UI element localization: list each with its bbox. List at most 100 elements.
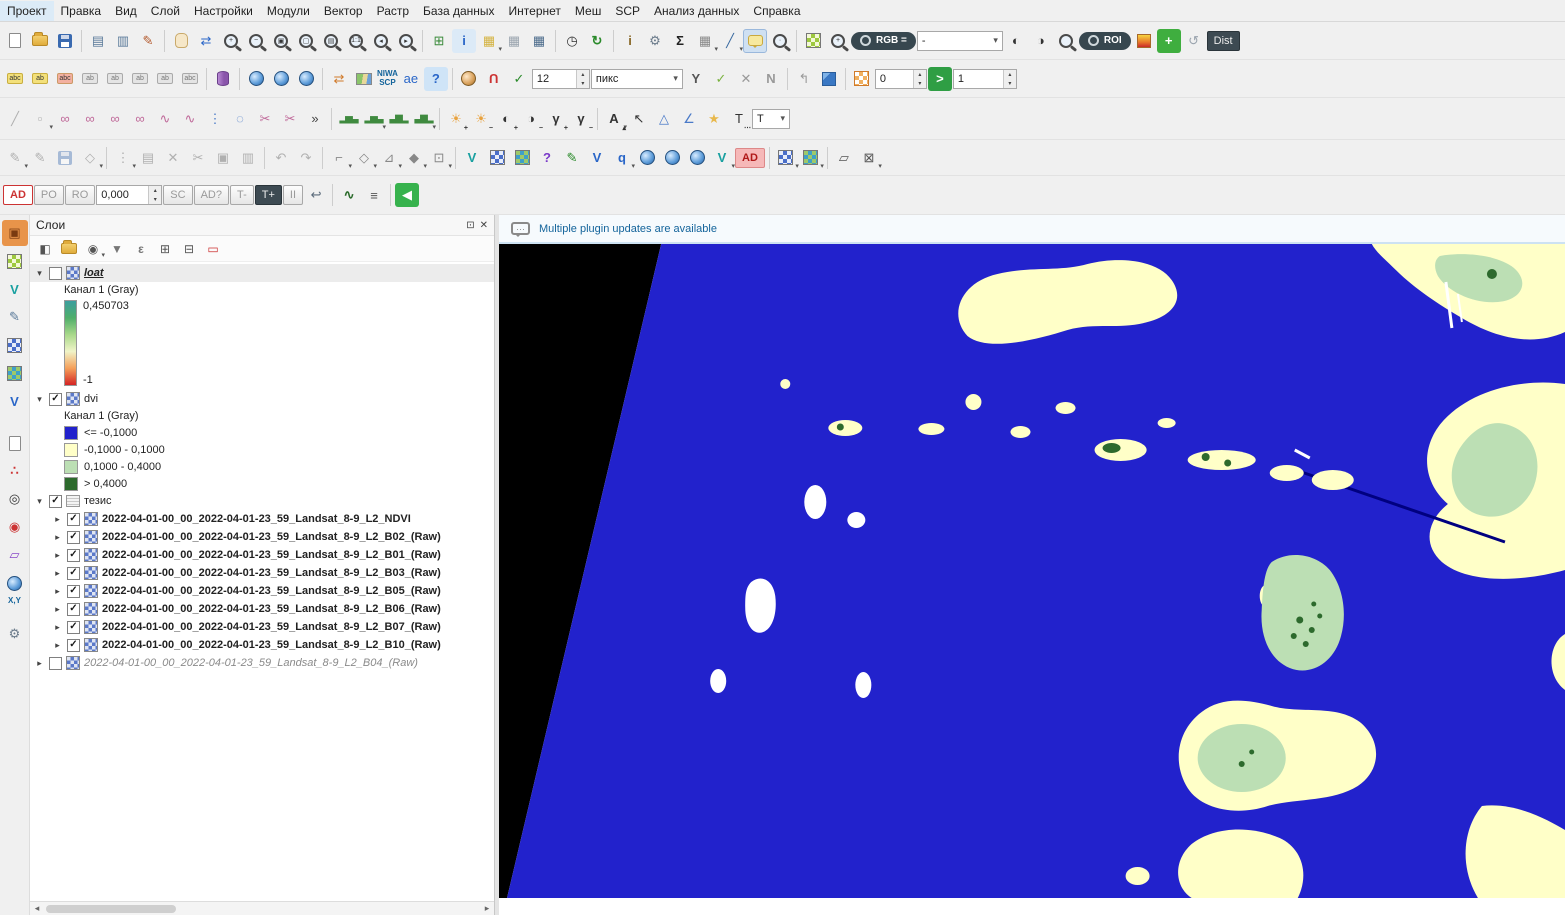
back-undo-icon[interactable]: ↰ <box>792 67 816 91</box>
brightness-plus-icon[interactable]: ☀+ <box>444 107 468 131</box>
layer-expander-icon[interactable]: ▸ <box>52 514 63 525</box>
filter-legend-icon[interactable]: ▼ <box>106 238 128 260</box>
ro-button[interactable]: RO <box>65 185 96 205</box>
add-group-icon[interactable] <box>58 238 80 260</box>
quickmap-services-icon[interactable] <box>269 67 293 91</box>
menubar-item[interactable]: Слой <box>144 1 187 21</box>
scp-roi-dots-icon[interactable]: ◉ <box>2 514 28 540</box>
measure-icon[interactable]: ╱▾ <box>718 29 742 53</box>
scp-bandset-add-icon[interactable] <box>801 29 825 53</box>
favorites-star-icon[interactable]: ★ <box>702 107 726 131</box>
merge-features-icon[interactable]: ∞ <box>128 107 152 131</box>
text-format-combo[interactable]: T <box>752 109 790 129</box>
split-features-icon[interactable]: ∞ <box>78 107 102 131</box>
value-spin[interactable]: 0,000▴▾ <box>96 185 162 205</box>
layer-expander-icon[interactable]: ▸ <box>52 640 63 651</box>
menubar-item[interactable]: Настройки <box>187 1 260 21</box>
gamma-plus-icon[interactable]: γ+ <box>544 107 568 131</box>
layer-checkbox[interactable]: ✓ <box>67 621 80 634</box>
rotate-label-icon[interactable]: ab <box>153 67 177 91</box>
layer-checkbox[interactable]: ✓ <box>49 393 62 406</box>
menubar-item[interactable]: Растр <box>370 1 416 21</box>
digitize-angle-icon[interactable]: ∠ <box>677 107 701 131</box>
settings-wrench-icon[interactable]: ⚙ <box>2 621 28 647</box>
layer-labeling-icon[interactable]: abc <box>3 67 27 91</box>
layer-row[interactable]: ▸✓2022-04-01-00_00_2022-04-01-23_59_Land… <box>30 600 494 618</box>
menubar-item[interactable]: Правка <box>54 1 109 21</box>
layer-checkbox[interactable]: ✓ <box>67 603 80 616</box>
statistics-sum-icon[interactable]: Σ <box>668 29 692 53</box>
scp-band-cube-icon[interactable]: ▣ <box>2 220 28 246</box>
move-feature-icon[interactable]: ▫▾ <box>28 107 52 131</box>
add-green-plus-icon[interactable]: + <box>1157 29 1181 53</box>
vertex-tool-icon[interactable]: ⋮▾ <box>111 146 135 170</box>
manage-themes-icon[interactable]: ◉▾ <box>82 238 104 260</box>
scp-speech-icon[interactable]: q▾ <box>610 146 634 170</box>
topology-check-icon[interactable]: Y <box>684 67 708 91</box>
tolerance-spin[interactable]: 12▴▾ <box>532 69 590 89</box>
layer-expander-icon[interactable]: ▸ <box>52 604 63 615</box>
undo-stretch-icon[interactable]: ↺ <box>1182 29 1206 53</box>
new-print-layout-icon[interactable]: ▤ <box>86 29 110 53</box>
fill-ring-icon[interactable]: ◌ <box>228 107 252 131</box>
new-project-icon[interactable] <box>3 29 27 53</box>
web-globe-3-icon[interactable] <box>685 146 709 170</box>
layer-row[interactable]: ▸✓2022-04-01-00_00_2022-04-01-23_59_Land… <box>30 546 494 564</box>
layer-checkbox[interactable]: ✓ <box>49 495 62 508</box>
zoom-full-icon[interactable]: ▣ <box>269 29 293 53</box>
disable-snap-icon[interactable]: ✕ <box>734 67 758 91</box>
select-features-icon[interactable]: ▦▾ <box>477 29 501 53</box>
delete-selected-icon[interactable]: ✕ <box>161 146 185 170</box>
web-globe-icon[interactable] <box>2 570 28 596</box>
menubar-item[interactable]: SCP <box>608 1 647 21</box>
scroll-left-icon[interactable]: ◂ <box>30 903 44 914</box>
pan-map-icon[interactable] <box>169 29 193 53</box>
reshape-features-icon[interactable]: ∞ <box>53 107 77 131</box>
polygon-x-icon[interactable]: ⊠▾ <box>857 146 881 170</box>
offset-curve-icon[interactable]: ✂ <box>278 107 302 131</box>
new-map-view-icon[interactable]: ⊞ <box>427 29 451 53</box>
layer-row[interactable]: ▸✓2022-04-01-00_00_2022-04-01-23_59_Land… <box>30 510 494 528</box>
contrast-minus-icon[interactable]: ◑− <box>519 107 543 131</box>
digitize-combo3-icon[interactable]: ⊿▾ <box>377 146 401 170</box>
layer-checkbox[interactable]: ✓ <box>67 567 80 580</box>
scrollbar-track[interactable] <box>44 904 480 914</box>
redo-icon[interactable]: ↷ <box>294 146 318 170</box>
units-combo[interactable]: пикс <box>591 69 683 89</box>
zoom-to-layer-icon[interactable]: ▤ <box>319 29 343 53</box>
expand-all-icon[interactable]: ⊞ <box>154 238 176 260</box>
menubar-item[interactable]: Справка <box>746 1 807 21</box>
histogram-full-icon[interactable]: ▃▆▂ <box>386 107 410 131</box>
brightness-minus-icon[interactable]: ☀− <box>469 107 493 131</box>
scp-grid-green-icon[interactable] <box>510 146 534 170</box>
ii-button[interactable]: II <box>283 185 303 205</box>
scp-v-tool-icon[interactable]: V <box>2 276 28 302</box>
trace-icon[interactable]: N <box>759 67 783 91</box>
scp-question-icon[interactable]: ? <box>535 146 559 170</box>
scp-grid-blue-icon[interactable] <box>485 146 509 170</box>
digitize-combo5-icon[interactable]: ⊡▾ <box>427 146 451 170</box>
rgb-selector-pill[interactable]: RGB = <box>851 32 916 50</box>
stddev-stretch-icon[interactable]: ◑ <box>1029 29 1053 53</box>
show-hidden-labels-icon[interactable]: ab <box>103 67 127 91</box>
scp-v-grid-icon[interactable]: V <box>2 388 28 414</box>
color-ramp-icon[interactable] <box>1132 29 1156 53</box>
menubar-item[interactable]: Вектор <box>317 1 370 21</box>
georeferencer-globe-icon[interactable] <box>457 67 481 91</box>
pan-to-selection-icon[interactable]: ⇄ <box>194 29 218 53</box>
modify-attributes-icon[interactable]: ▤ <box>136 146 160 170</box>
split-parts-icon[interactable]: ∞ <box>103 107 127 131</box>
temporal-controller-icon[interactable]: ◷ <box>560 29 584 53</box>
refresh-map-icon[interactable]: ↻ <box>585 29 609 53</box>
local-histogram-icon[interactable]: ▂▅▃ <box>336 107 360 131</box>
undock-panel-icon[interactable]: ⊡ <box>466 220 474 231</box>
layer-expander-icon[interactable]: ▾ <box>34 394 45 405</box>
collapse-all-icon[interactable]: ⊟ <box>178 238 200 260</box>
deselect-features-icon[interactable]: ▦ <box>502 29 526 53</box>
scp-pencil-icon[interactable]: ✎ <box>2 304 28 330</box>
style-manager-icon[interactable]: ✎ <box>136 29 160 53</box>
overflow-chevron-icon[interactable]: » <box>303 107 327 131</box>
raster-grid-orange-icon[interactable] <box>850 67 874 91</box>
map-3d-cube-icon[interactable] <box>817 67 841 91</box>
signature-analysis-icon[interactable]: ∿ <box>337 183 361 207</box>
